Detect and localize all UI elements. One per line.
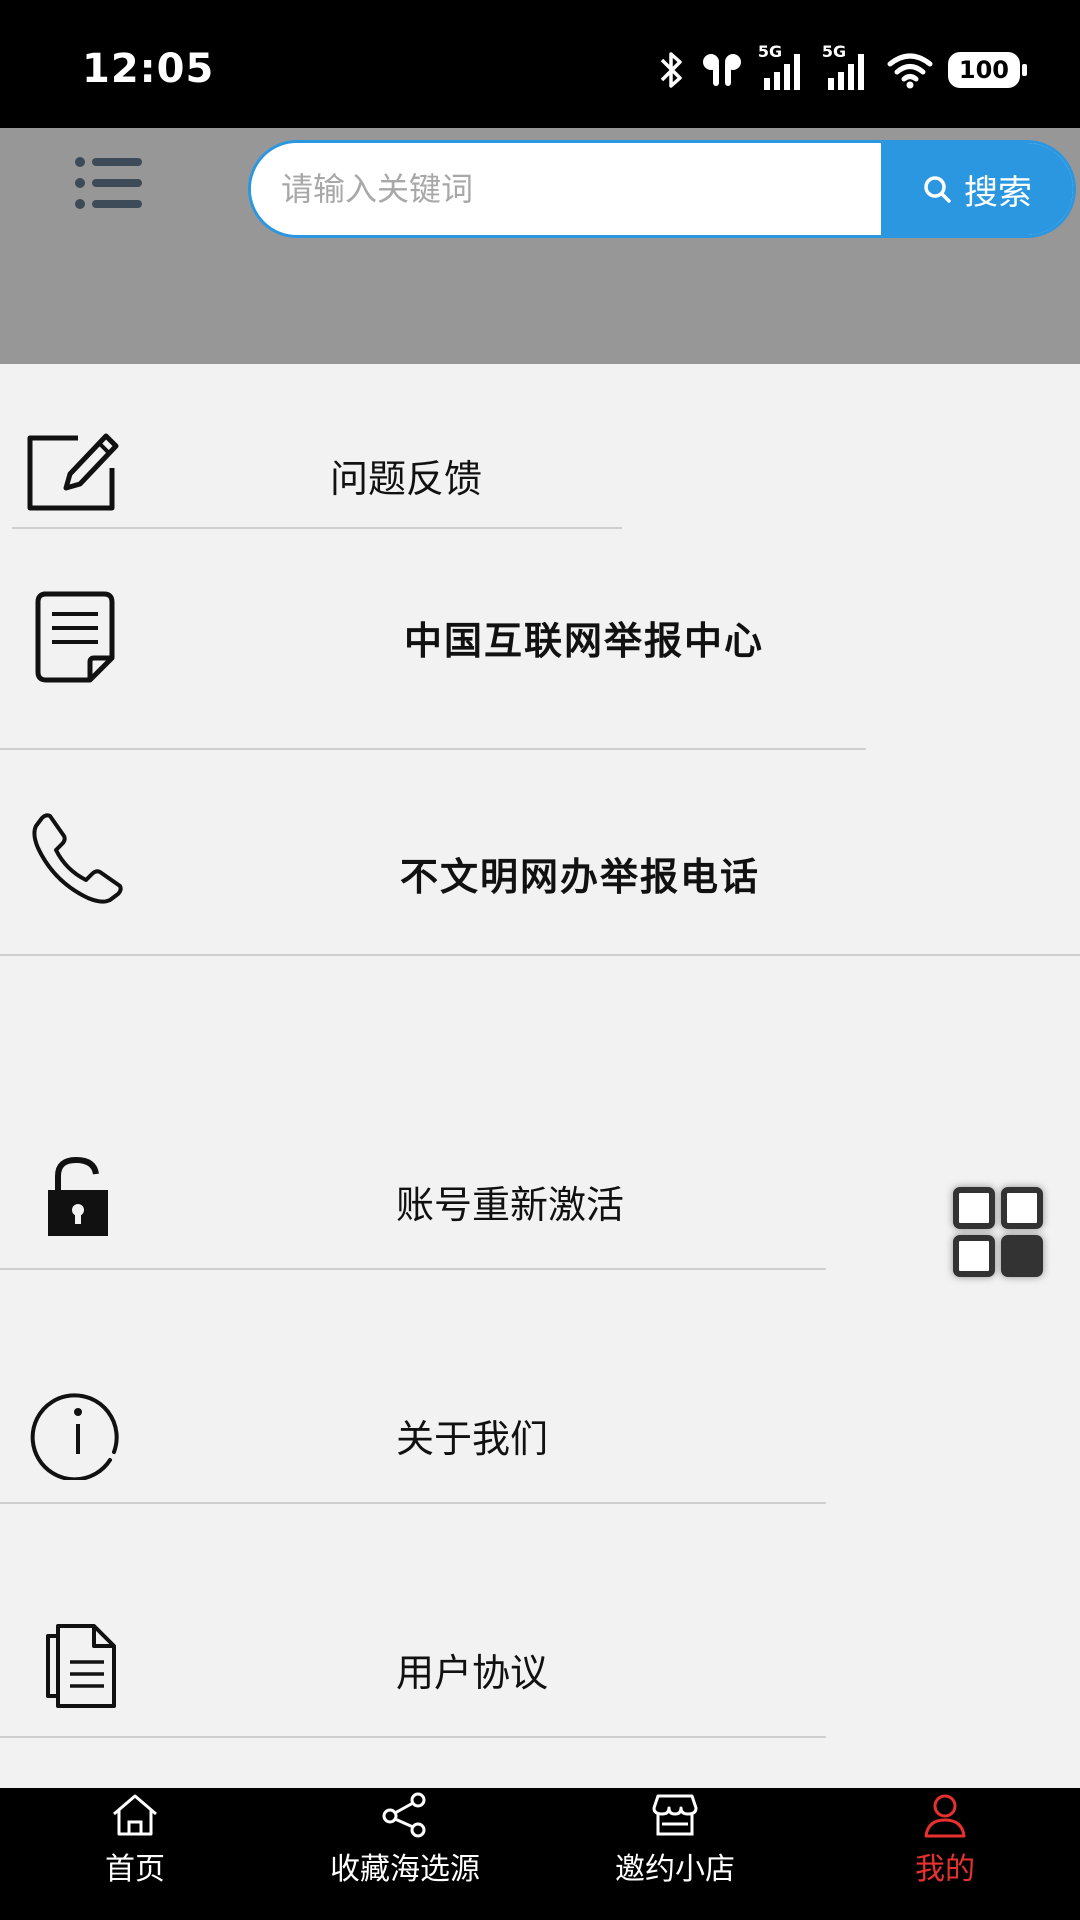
nav-invite-store[interactable]: 邀约小店: [540, 1788, 810, 1920]
files-icon: [46, 1624, 116, 1708]
divider: [0, 1736, 826, 1738]
menu-item-reactivate-account[interactable]: 账号重新激活: [0, 1102, 1080, 1316]
menu-item-user-agreement[interactable]: 用户协议: [0, 1570, 1080, 1786]
bottom-nav: 首页 收藏海选源 邀约小店 我的: [0, 1788, 1080, 1920]
share-icon: [382, 1792, 426, 1838]
earbuds-icon: [702, 54, 741, 86]
menu-item-internet-report-center[interactable]: 中国互联网举报中心: [0, 534, 1080, 750]
home-icon: [113, 1794, 157, 1836]
store-icon: [652, 1794, 698, 1836]
menu-item-feedback-label: 问题反馈: [330, 457, 483, 501]
wifi-icon: [887, 53, 933, 89]
menu-card-about: 关于我们: [0, 1336, 1080, 1552]
menu-item-report-hotline-label: 不文明网办举报电话: [400, 855, 761, 899]
nav-favorites[interactable]: 收藏海选源: [270, 1788, 540, 1920]
unlock-icon: [48, 1156, 108, 1236]
nav-home[interactable]: 首页: [0, 1788, 270, 1920]
menu-card-feedback-report: 问题反馈 中国互联网举报中心 不文明网办举报电话: [0, 364, 1080, 1082]
nav-home-label: 首页: [105, 1852, 165, 1887]
menu-item-user-agreement-label: 用户协议: [396, 1651, 549, 1695]
search-bar: 搜索: [248, 140, 1076, 238]
nav-mine-label: 我的: [915, 1852, 975, 1887]
menu-card-reactivate: 账号重新激活: [0, 1102, 1080, 1316]
nav-invite-store-label: 邀约小店: [615, 1852, 735, 1887]
bluetooth-icon: [660, 52, 682, 88]
signal-icon-1: [763, 54, 800, 90]
menu-item-feedback[interactable]: 问题反馈: [0, 364, 1080, 534]
divider: [12, 527, 622, 529]
menu-item-reactivate-account-label: 账号重新激活: [396, 1183, 625, 1227]
phone-icon: [32, 813, 123, 904]
status-icons: 5G 5G 100: [656, 42, 1028, 92]
menu-item-internet-report-center-label: 中国互联网举报中心: [404, 619, 765, 663]
search-icon: [924, 176, 951, 203]
nav-mine[interactable]: 我的: [810, 1788, 1080, 1920]
signal-icon-2: [827, 54, 864, 90]
menu-item-report-hotline[interactable]: 不文明网办举报电话: [0, 750, 1080, 958]
search-button[interactable]: 搜索: [881, 143, 1073, 235]
grid-icon: [953, 1187, 1043, 1277]
edit-icon: [27, 433, 119, 511]
divider: [0, 1502, 826, 1504]
menu-card-agreement: 用户协议: [0, 1570, 1080, 1786]
search-button-label: 搜索: [964, 172, 1032, 213]
divider: [0, 1268, 826, 1270]
search-input[interactable]: [251, 143, 887, 235]
status-time: 12:05: [82, 46, 215, 92]
battery-level: 100: [958, 56, 1009, 84]
info-icon: [30, 1393, 119, 1480]
menu-item-about-us-label: 关于我们: [396, 1417, 549, 1461]
floating-grid-button[interactable]: [952, 1186, 1044, 1278]
menu-item-about-us[interactable]: 关于我们: [0, 1336, 1080, 1552]
document-icon: [35, 591, 115, 683]
menu-button[interactable]: [74, 156, 144, 220]
nav-favorites-label: 收藏海选源: [330, 1852, 480, 1887]
signal-group-1: 5G: [758, 42, 808, 92]
top-header: 搜索: [0, 128, 1080, 364]
list-menu-icon: [75, 157, 142, 209]
user-icon: [924, 1794, 966, 1838]
status-bar: 12:05 5G 5G 100: [0, 0, 1080, 128]
battery-indicator: 100: [947, 52, 1028, 88]
divider: [0, 954, 1080, 956]
signal-group-2: 5G: [822, 42, 872, 92]
